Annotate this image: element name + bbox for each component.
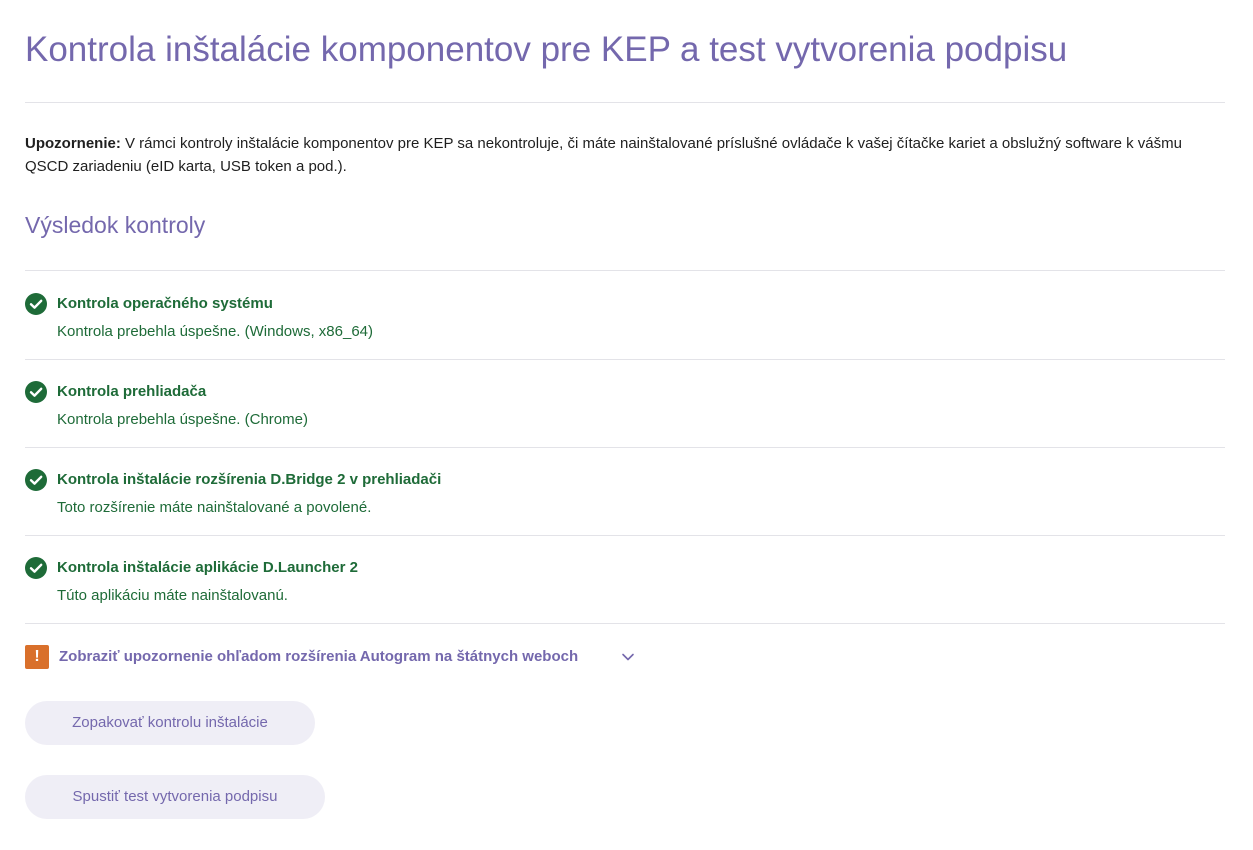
check-circle-icon xyxy=(25,381,47,403)
warning-icon: ! xyxy=(25,645,49,669)
repeat-check-button[interactable]: Zopakovať kontrolu inštalácie xyxy=(25,701,315,745)
divider xyxy=(25,447,1225,448)
chevron-down-icon xyxy=(622,653,634,661)
check-title: Kontrola prehliadača xyxy=(57,383,207,400)
check-title: Kontrola operačného systému xyxy=(57,295,273,312)
divider xyxy=(25,359,1225,360)
notice-text: V rámci kontroly inštalácie komponentov … xyxy=(25,135,1182,175)
check-description: Kontrola prebehla úspešne. (Windows, x86… xyxy=(57,323,374,340)
check-description: Toto rozšírenie máte nainštalované a pov… xyxy=(57,499,372,516)
divider xyxy=(25,535,1225,536)
run-signature-test-button[interactable]: Spustiť test vytvorenia podpisu xyxy=(25,775,325,819)
check-circle-icon xyxy=(25,557,47,579)
check-title: Kontrola inštalácie aplikácie D.Launcher… xyxy=(57,559,358,576)
check-circle-icon xyxy=(25,293,47,315)
autogram-warning-label: Zobraziť upozornenie ohľadom rozšírenia … xyxy=(59,648,579,665)
page-title: Kontrola inštalácie komponentov pre KEP … xyxy=(25,30,1068,69)
check-title: Kontrola inštalácie rozšírenia D.Bridge … xyxy=(57,471,442,488)
notice-label: Upozornenie: xyxy=(25,135,121,152)
results-heading: Výsledok kontroly xyxy=(25,212,206,238)
check-description: Kontrola prebehla úspešne. (Chrome) xyxy=(57,411,308,428)
page: Kontrola inštalácie komponentov pre KEP … xyxy=(0,0,1253,850)
divider xyxy=(25,270,1225,271)
check-description: Túto aplikáciu máte nainštalovanú. xyxy=(57,587,288,604)
check-circle-icon xyxy=(25,469,47,491)
installation-notice: Upozornenie: V rámci kontroly inštalácie… xyxy=(25,132,1225,178)
divider xyxy=(25,102,1225,103)
divider xyxy=(25,623,1225,624)
